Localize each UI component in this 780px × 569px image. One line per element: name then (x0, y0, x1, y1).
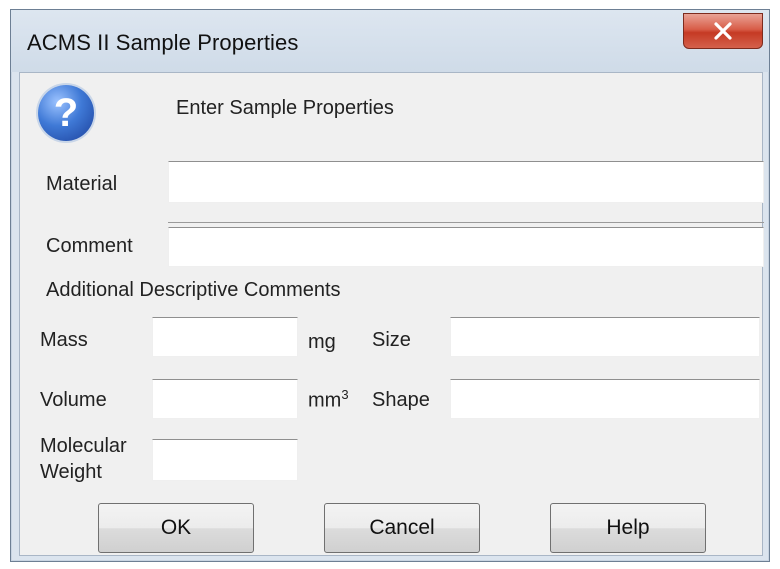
molecular-weight-input[interactable] (152, 439, 298, 481)
dialog-body: ? Enter Sample Properties Material Comme… (19, 72, 764, 556)
material-label: Material (46, 173, 118, 195)
close-icon (714, 22, 732, 40)
additional-comments-label: Additional Descriptive Comments (46, 279, 341, 301)
volume-input[interactable] (152, 379, 298, 419)
mass-unit: mg (308, 331, 336, 353)
help-button[interactable]: Help (550, 503, 706, 553)
title-bar[interactable]: ACMS II Sample Properties (11, 10, 769, 72)
comment-label: Comment (46, 235, 133, 257)
dialog-window: ACMS II Sample Properties ? Enter Sample… (10, 9, 770, 562)
shape-label: Shape (372, 389, 430, 411)
size-input[interactable] (450, 317, 760, 357)
separator (168, 222, 764, 223)
mass-label: Mass (40, 329, 88, 351)
question-icon: ? (38, 85, 94, 141)
shape-input[interactable] (450, 379, 760, 419)
size-label: Size (372, 329, 411, 351)
material-input[interactable] (168, 161, 764, 203)
volume-label: Volume (40, 389, 107, 411)
cancel-button[interactable]: Cancel (324, 503, 480, 553)
dialog-heading: Enter Sample Properties (176, 97, 394, 119)
mass-input[interactable] (152, 317, 298, 357)
molecular-weight-label-line2: Weight (40, 461, 102, 483)
window-title: ACMS II Sample Properties (27, 30, 299, 55)
volume-unit: mm3 (308, 387, 349, 412)
comment-input[interactable] (168, 227, 764, 267)
molecular-weight-label-line1: Molecular (40, 435, 127, 457)
close-button[interactable] (683, 13, 763, 49)
ok-button[interactable]: OK (98, 503, 254, 553)
